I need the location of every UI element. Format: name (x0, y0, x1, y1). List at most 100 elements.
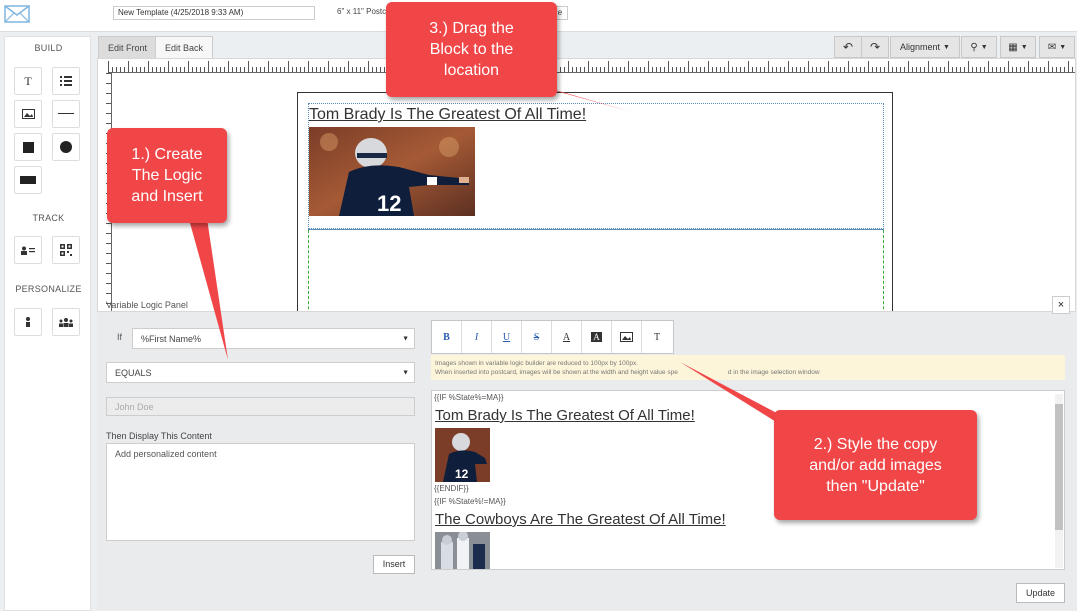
tab-edit-front[interactable]: Edit Front (98, 36, 158, 58)
preview-title-not-ma: The Cowboys Are The Greatest Of All Time… (435, 511, 726, 528)
format-toolbar: B I U S A A T (431, 320, 674, 354)
undo-icon: ↶ (842, 40, 854, 54)
underline-icon: U (502, 331, 511, 343)
grid-dropdown[interactable]: ▦ ▼ (1000, 36, 1036, 58)
svg-text:12: 12 (455, 467, 469, 481)
chevron-down-icon: ▼ (402, 369, 409, 376)
callout-step-2: 2.) Style the copy and/or add images the… (774, 410, 977, 520)
callout-2-line-3: then "Update" (826, 477, 925, 495)
circle-icon (60, 141, 72, 153)
svg-text:12: 12 (377, 191, 401, 216)
text-icon: T (24, 73, 32, 88)
callout-1-line-1: 1.) Create (131, 146, 203, 163)
chevron-down-icon: ▼ (402, 335, 409, 342)
block-title-text: Tom Brady Is The Greatest Of All Time! (309, 106, 587, 123)
if-state-not-ma-tag: {{IF %State%!=MA}} (434, 497, 506, 506)
personalize-heading: PERSONALIZE (15, 284, 82, 294)
operator-value: EQUALS (115, 367, 152, 378)
mail-dropdown[interactable]: ✉ ▼ (1039, 36, 1075, 58)
text-tool-button[interactable]: T (14, 67, 42, 95)
image-tool-button[interactable] (14, 100, 42, 128)
highlight-button[interactable]: A (582, 321, 612, 353)
person-tool-button[interactable] (14, 308, 42, 336)
circle-tool-button[interactable] (52, 133, 80, 161)
notice-line-2b: d in the image selection window (727, 369, 820, 376)
callout-3-line-2: Block to the (429, 41, 514, 58)
italic-icon: I (474, 331, 479, 343)
close-icon: × (1057, 299, 1065, 311)
postcard-size-label: 6" x 11" Postc (337, 7, 387, 16)
zoom-dropdown[interactable]: ⚲ ▼ (961, 36, 997, 58)
redo-button[interactable]: ↷ (861, 36, 889, 58)
group-icon (59, 317, 73, 327)
tom-brady-thumbnail: 12 (435, 428, 490, 482)
line-tool-button[interactable] (52, 100, 80, 128)
callout-step-1: 1.) Create The Logic and Insert (107, 128, 227, 223)
group-tool-button[interactable] (52, 308, 80, 336)
font-size-icon: T (653, 331, 661, 343)
contact-card-tool-button[interactable] (14, 236, 42, 264)
tom-brady-photo: 12 (309, 127, 475, 216)
close-panel-button[interactable]: × (1052, 296, 1070, 314)
image-icon (21, 109, 35, 119)
block-divider (308, 229, 884, 230)
italic-button[interactable]: I (462, 321, 492, 353)
list-tool-button[interactable] (52, 67, 80, 95)
square-tool-button[interactable] (14, 133, 42, 161)
envelope-logo-icon (4, 5, 30, 23)
panel-title: Variable Logic Panel (106, 300, 188, 310)
qr-code-tool-button[interactable] (52, 236, 80, 264)
compare-value-placeholder: John Doe (115, 401, 154, 412)
postcard-back[interactable]: Tom Brady Is The Greatest Of All Time! 1… (297, 92, 893, 311)
then-display-label: Then Display This Content (106, 431, 212, 441)
cowboys-thumbnail (435, 532, 490, 569)
rectangle-tool-button[interactable] (14, 166, 42, 194)
chevron-down-icon: ▼ (943, 43, 950, 51)
alignment-dropdown[interactable]: Alignment ▼ (890, 36, 960, 58)
preview-title-ma: Tom Brady Is The Greatest Of All Time! (435, 407, 695, 424)
redo-icon: ↷ (869, 40, 881, 54)
text-color-icon: A (562, 331, 571, 343)
callout-2-line-2: and/or add images (809, 456, 942, 474)
insert-button[interactable]: Insert (373, 555, 415, 574)
bold-button[interactable]: B (432, 321, 462, 353)
search-icon: ⚲ (970, 41, 978, 53)
track-heading: TRACK (32, 213, 65, 223)
callout-1-line-3: and Insert (131, 188, 203, 205)
text-color-button[interactable]: A (552, 321, 582, 353)
if-field-select[interactable]: %First Name% ▼ (132, 328, 415, 349)
operator-select[interactable]: EQUALS ▼ (106, 362, 415, 383)
tab-edit-back[interactable]: Edit Back (155, 36, 214, 58)
font-size-button[interactable]: T (642, 321, 672, 353)
rectangle-icon (20, 176, 36, 184)
callout-1-line-2: The Logic (131, 167, 203, 184)
compare-value-input[interactable]: John Doe (106, 397, 415, 416)
design-canvas[interactable]: Tom Brady Is The Greatest Of All Time! 1… (97, 58, 1076, 312)
underline-button[interactable]: U (492, 321, 522, 353)
qr-code-icon (60, 244, 72, 256)
callout-3-line-3: location (443, 62, 500, 79)
envelope-icon: ✉ (1047, 41, 1057, 53)
notice-line-2a: When inserted into postcard, images will… (435, 369, 678, 376)
image-icon (620, 332, 633, 342)
if-field-value: %First Name% (141, 333, 202, 344)
update-button[interactable]: Update (1016, 583, 1065, 603)
if-state-ma-tag: {{IF %State%=MA}} (434, 393, 504, 402)
scrollbar-thumb[interactable] (1055, 404, 1063, 530)
bold-icon: B (443, 331, 450, 343)
tools-sidebar: BUILD T TRACK PERSONALIZE (4, 36, 91, 611)
callout-3-line-1: 3.) Drag the (429, 20, 514, 37)
callout-2-line-1: 2.) Style the copy (813, 435, 938, 453)
undo-button[interactable]: ↶ (834, 36, 862, 58)
template-name-input[interactable]: New Template (4/25/2018 9:33 AM) (113, 6, 315, 20)
safe-area-guide (308, 230, 884, 311)
notice-line-1: Images shown in variable logic builder a… (435, 360, 639, 367)
strikethrough-button[interactable]: S (522, 321, 552, 353)
chevron-down-icon: ▼ (1020, 43, 1028, 51)
preview-scrollbar[interactable] (1055, 394, 1063, 568)
alignment-label: Alignment (900, 42, 941, 52)
personalized-content-textarea[interactable]: Add personalized content (106, 443, 415, 541)
square-icon (22, 141, 34, 153)
list-icon (60, 76, 72, 86)
insert-image-button[interactable] (612, 321, 642, 353)
